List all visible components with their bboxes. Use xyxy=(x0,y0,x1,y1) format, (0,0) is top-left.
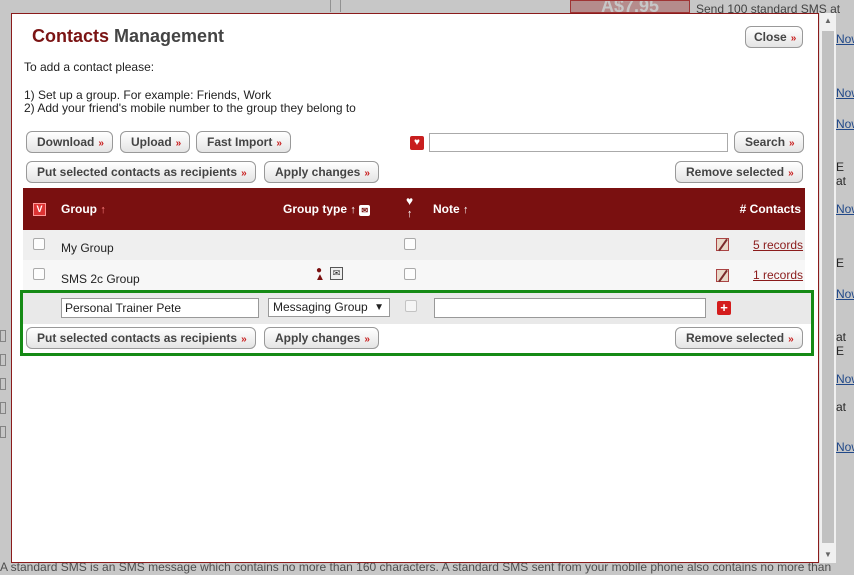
group-type-select[interactable]: Messaging Group ▼ xyxy=(268,298,390,317)
double-chevron-icon: » xyxy=(364,168,369,179)
remove-selected-button[interactable]: Remove selected» xyxy=(675,161,803,183)
search-button[interactable]: Search» xyxy=(734,131,804,153)
edit-icon[interactable] xyxy=(716,238,729,251)
double-chevron-icon: » xyxy=(789,138,794,149)
download-label: Download xyxy=(37,135,95,149)
dialog-scrollbar[interactable]: ▲ ▼ xyxy=(819,13,836,563)
new-group-name-input[interactable] xyxy=(61,298,259,318)
close-label: Close xyxy=(754,30,787,44)
dialog-title: Contacts Management xyxy=(32,26,224,47)
group-name: SMS 2c Group xyxy=(61,272,140,286)
select-all-checkbox[interactable]: V xyxy=(33,203,46,216)
new-group-note-input[interactable] xyxy=(434,298,706,318)
remove-selected-label: Remove selected xyxy=(686,331,785,345)
upload-button[interactable]: Upload» xyxy=(120,131,191,153)
edit-icon[interactable] xyxy=(716,269,729,282)
sort-arrow-icon: ↑ xyxy=(100,204,106,216)
column-header-group[interactable]: Group ↑ xyxy=(61,202,106,216)
apply-changes-button[interactable]: Apply changes» xyxy=(264,161,379,183)
fast-import-label: Fast Import xyxy=(207,135,273,149)
search-input[interactable] xyxy=(429,133,728,152)
heart-icon: ♥ xyxy=(406,194,414,208)
favorite-filter-icon[interactable]: ♥ xyxy=(410,136,424,150)
message-type-icon: ✉ xyxy=(359,205,371,216)
apply-changes-button[interactable]: Apply changes» xyxy=(264,327,379,349)
group-header-label: Group xyxy=(61,202,97,216)
group-type-value: Messaging Group xyxy=(273,300,368,314)
row-checkbox[interactable] xyxy=(33,238,45,250)
sort-arrow-icon: ↑ xyxy=(406,208,413,220)
note-header-label: Note xyxy=(433,202,460,216)
favorite-checkbox[interactable] xyxy=(404,238,416,250)
double-chevron-icon: » xyxy=(175,138,181,149)
add-group-icon[interactable]: + xyxy=(717,301,731,315)
double-chevron-icon: » xyxy=(241,334,246,345)
table-row[interactable]: My Group 5 records xyxy=(23,230,805,260)
favorite-checkbox[interactable] xyxy=(405,300,417,312)
fast-import-button[interactable]: Fast Import» xyxy=(196,131,291,153)
column-header-group-type[interactable]: Group type ↑ ✉ xyxy=(283,202,371,216)
apply-changes-label: Apply changes xyxy=(275,165,361,179)
column-header-contacts: # Contacts xyxy=(739,202,801,216)
double-chevron-icon: » xyxy=(364,334,369,345)
table-row[interactable]: SMS 2c Group ● ▲ ✉ 1 records xyxy=(23,260,805,290)
double-chevron-icon: » xyxy=(788,334,793,345)
contacts-count-link[interactable]: 1 records xyxy=(753,268,803,282)
scroll-down-icon[interactable]: ▼ xyxy=(820,547,836,563)
intro-text: To add a contact please: xyxy=(24,60,155,74)
double-chevron-icon: » xyxy=(788,168,793,179)
group-type-header-label: Group type xyxy=(283,202,348,216)
search-label: Search xyxy=(745,135,786,149)
intro-step-1: 1) Set up a group. For example: Friends,… xyxy=(24,88,272,102)
scroll-up-icon[interactable]: ▲ xyxy=(820,13,836,29)
put-selected-label: Put selected contacts as recipients xyxy=(37,331,238,345)
put-selected-recipients-button[interactable]: Put selected contacts as recipients» xyxy=(26,161,256,183)
sort-arrow-icon: ↑ xyxy=(463,204,469,216)
new-group-section: Messaging Group ▼ + Put selected contact… xyxy=(20,290,814,356)
put-selected-label: Put selected contacts as recipients xyxy=(37,165,238,179)
dropdown-arrow-icon: ▼ xyxy=(374,302,384,313)
title-accent: Contacts xyxy=(32,26,110,46)
remove-selected-button[interactable]: Remove selected» xyxy=(675,327,803,349)
double-chevron-icon: » xyxy=(790,33,796,44)
put-selected-recipients-button[interactable]: Put selected contacts as recipients» xyxy=(26,327,256,349)
sort-arrow-icon: ↑ xyxy=(350,204,356,216)
new-group-row: Messaging Group ▼ + xyxy=(23,293,811,324)
apply-changes-label: Apply changes xyxy=(275,331,361,345)
download-button[interactable]: Download» xyxy=(26,131,113,153)
contacts-management-dialog: Contacts Management Close» To add a cont… xyxy=(11,13,819,563)
contacts-count-link[interactable]: 5 records xyxy=(753,238,803,252)
row-checkbox[interactable] xyxy=(33,268,45,280)
favorite-checkbox[interactable] xyxy=(404,268,416,280)
person-icon: ● ▲ xyxy=(315,265,325,283)
close-button[interactable]: Close» xyxy=(745,26,804,48)
column-header-note[interactable]: Note ↑ xyxy=(433,202,469,216)
intro-step-2: 2) Add your friend's mobile number to th… xyxy=(24,101,356,115)
table-header: V Group ↑ Group type ↑ ✉ ♥ ↑ Note ↑ # Co… xyxy=(23,188,805,230)
column-header-favorite[interactable]: ♥ ↑ xyxy=(406,194,413,220)
double-chevron-icon: » xyxy=(276,138,281,149)
group-name: My Group xyxy=(61,241,114,255)
message-type-icon: ✉ xyxy=(330,267,343,280)
remove-selected-label: Remove selected xyxy=(686,165,785,179)
scrollbar-thumb[interactable] xyxy=(822,31,834,543)
title-rest: Management xyxy=(114,26,225,46)
upload-label: Upload xyxy=(131,135,172,149)
double-chevron-icon: » xyxy=(98,138,103,149)
double-chevron-icon: » xyxy=(241,168,246,179)
